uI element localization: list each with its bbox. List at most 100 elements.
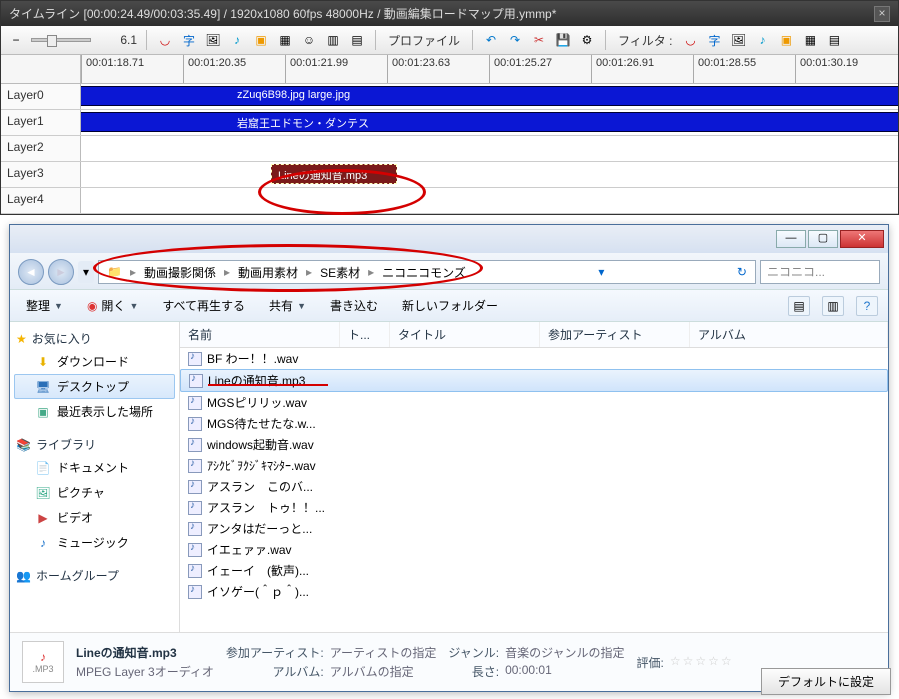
file-row[interactable]: MGS待たせたな.w... [180, 413, 888, 434]
audio-icon[interactable]: ♪ [228, 31, 246, 49]
layer-label[interactable]: Layer3 [1, 162, 81, 187]
sidebar-item-videos[interactable]: ▶ビデオ [14, 505, 175, 530]
file-row[interactable]: BF わー！！.wav [180, 348, 888, 369]
save-icon[interactable]: 💾 [554, 31, 572, 49]
layer-label[interactable]: Layer4 [1, 188, 81, 213]
f-misc-icon[interactable]: ▤ [825, 31, 843, 49]
clip-audio[interactable]: Lineの通知音.mp3 [271, 164, 397, 184]
f-text-icon[interactable]: 字 [705, 31, 723, 49]
minimize-button[interactable]: — [776, 230, 806, 248]
dropdown-icon[interactable]: ▾ [594, 265, 608, 279]
default-button[interactable]: デフォルトに設定 [761, 668, 891, 695]
col-track[interactable]: ト... [340, 322, 390, 347]
clip-text[interactable]: 岩窟王エドモン・ダンテス [231, 112, 898, 132]
newfolder-button[interactable]: 新しいフォルダー [396, 294, 504, 317]
layer-label[interactable]: Layer1 [1, 110, 81, 135]
f-audio-icon[interactable]: ♪ [753, 31, 771, 49]
file-row[interactable]: アンタはだーっと... [180, 518, 888, 539]
preview-icon[interactable]: ▥ [822, 296, 844, 316]
maximize-button[interactable]: ▢ [808, 230, 838, 248]
sidebar-item-recent[interactable]: ▣最近表示した場所 [14, 399, 175, 424]
f-image-icon[interactable]: 🖼 [729, 31, 747, 49]
video-icon[interactable]: ▣ [252, 31, 270, 49]
sidebar-item-desktop[interactable]: 🖥デスクトップ [14, 374, 175, 399]
sidebar-homegroup[interactable]: 👥ホームグループ [14, 565, 175, 586]
settings-icon[interactable]: ⚙ [578, 31, 596, 49]
view-icon[interactable]: ▤ [788, 296, 810, 316]
clip-blue[interactable] [81, 112, 231, 132]
zoom-slider[interactable] [31, 38, 91, 42]
undo-icon[interactable]: ↶ [482, 31, 500, 49]
item-icon[interactable]: ▥ [324, 31, 342, 49]
col-title[interactable]: タイトル [390, 322, 540, 347]
file-row[interactable]: イソゲー(＾ｐ＾)... [180, 581, 888, 602]
tool-icon[interactable]: ◡ [156, 31, 174, 49]
file-row[interactable]: イエェァァ.wav [180, 539, 888, 560]
playall-button[interactable]: すべて再生する [156, 294, 251, 317]
explorer-titlebar[interactable]: — ▢ ✕ [10, 225, 888, 253]
forward-button[interactable]: ► [48, 259, 74, 285]
cut-icon[interactable]: ✂ [530, 31, 548, 49]
file-row[interactable]: アスラン このバ... [180, 476, 888, 497]
crumb[interactable]: 動画撮影関係 [140, 262, 220, 283]
rating-stars[interactable]: ☆☆☆☆☆ [670, 654, 734, 671]
help-icon[interactable]: ? [856, 296, 878, 316]
col-artist[interactable]: 参加アーティスト [540, 322, 690, 347]
track[interactable]: zZuq6B98.jpg large.jpg [81, 84, 898, 109]
f-tool-icon[interactable]: ◡ [681, 31, 699, 49]
sidebar-item-music[interactable]: ♪ミュージック [14, 530, 175, 555]
file-row[interactable]: イェーイ (歓声)... [180, 560, 888, 581]
clip-blue[interactable] [81, 86, 231, 106]
filter-label[interactable]: フィルタ : [615, 32, 675, 49]
crumb[interactable]: SE素材 [316, 262, 364, 283]
profile-label[interactable]: プロファイル [385, 32, 463, 49]
sidebar-item-pictures[interactable]: 🖼ピクチャ [14, 480, 175, 505]
file-row[interactable]: windows起動音.wav [180, 434, 888, 455]
timeline-ruler[interactable]: 00:01:18.7100:01:20.3500:01:21.9900:01:2… [1, 55, 898, 84]
misc-icon[interactable]: ▤ [348, 31, 366, 49]
crumb[interactable]: ニコニコモンズ [378, 262, 470, 283]
sidebar-libraries[interactable]: 📚ライブラリ [14, 434, 175, 455]
face-icon[interactable]: ☺ [300, 31, 318, 49]
effect-icon[interactable]: ▦ [276, 31, 294, 49]
zoom-value: 6.1 [97, 33, 137, 47]
search-input[interactable]: ニコニコ... [760, 260, 880, 284]
col-album[interactable]: アルバム [690, 322, 888, 347]
file-row[interactable]: MGSピリリッ.wav [180, 392, 888, 413]
track[interactable]: 岩窟王エドモン・ダンテス [81, 110, 898, 135]
sidebar-favorites[interactable]: ★お気に入り [14, 328, 175, 349]
file-row[interactable]: Lineの通知音.mp3 [180, 369, 888, 392]
open-button[interactable]: ◉開く▼ [81, 294, 144, 317]
breadcrumb[interactable]: 📁 ▸ 動画撮影関係▸ 動画用素材▸ SE素材▸ ニコニコモンズ ▾ ↻ [98, 260, 756, 284]
layer-label[interactable]: Layer2 [1, 136, 81, 161]
file-row[interactable]: アスラン トゥ！！... [180, 497, 888, 518]
crumb[interactable]: 動画用素材 [234, 262, 302, 283]
timeline-titlebar[interactable]: タイムライン [00:00:24.49/00:03:35.49] / 1920x… [1, 1, 898, 26]
col-name[interactable]: 名前 [180, 322, 340, 347]
explorer-navbar: ◄ ► ▾ 📁 ▸ 動画撮影関係▸ 動画用素材▸ SE素材▸ ニコニコモンズ ▾… [10, 253, 888, 289]
zoom-out-icon[interactable]: − [7, 31, 25, 49]
f-effect-icon[interactable]: ▦ [801, 31, 819, 49]
file-list[interactable]: BF わー！！.wavLineの通知音.mp3MGSピリリッ.wavMGS待たせ… [180, 348, 888, 632]
file-row[interactable]: ｱｼｸﾋﾞｦｸｼﾞｷﾏｼﾀｰ.wav [180, 455, 888, 476]
image-icon[interactable]: 🖼 [204, 31, 222, 49]
track[interactable]: Lineの通知音.mp3 [81, 162, 898, 187]
share-button[interactable]: 共有▼ [263, 294, 312, 317]
history-dropdown[interactable]: ▾ [78, 261, 94, 283]
redo-icon[interactable]: ↷ [506, 31, 524, 49]
folder-icon[interactable]: 📁 [103, 263, 126, 281]
text-icon[interactable]: 字 [180, 31, 198, 49]
close-icon[interactable]: × [874, 6, 890, 22]
back-button[interactable]: ◄ [18, 259, 44, 285]
clip-image[interactable]: zZuq6B98.jpg large.jpg [231, 86, 898, 106]
f-video-icon[interactable]: ▣ [777, 31, 795, 49]
sidebar-item-downloads[interactable]: ⬇ダウンロード [14, 349, 175, 374]
sidebar-item-documents[interactable]: 📄ドキュメント [14, 455, 175, 480]
close-button[interactable]: ✕ [840, 230, 884, 248]
refresh-icon[interactable]: ↻ [733, 265, 751, 279]
layer-label[interactable]: Layer0 [1, 84, 81, 109]
burn-button[interactable]: 書き込む [324, 294, 384, 317]
track[interactable] [81, 188, 898, 213]
organize-button[interactable]: 整理▼ [20, 294, 69, 317]
track[interactable] [81, 136, 898, 161]
